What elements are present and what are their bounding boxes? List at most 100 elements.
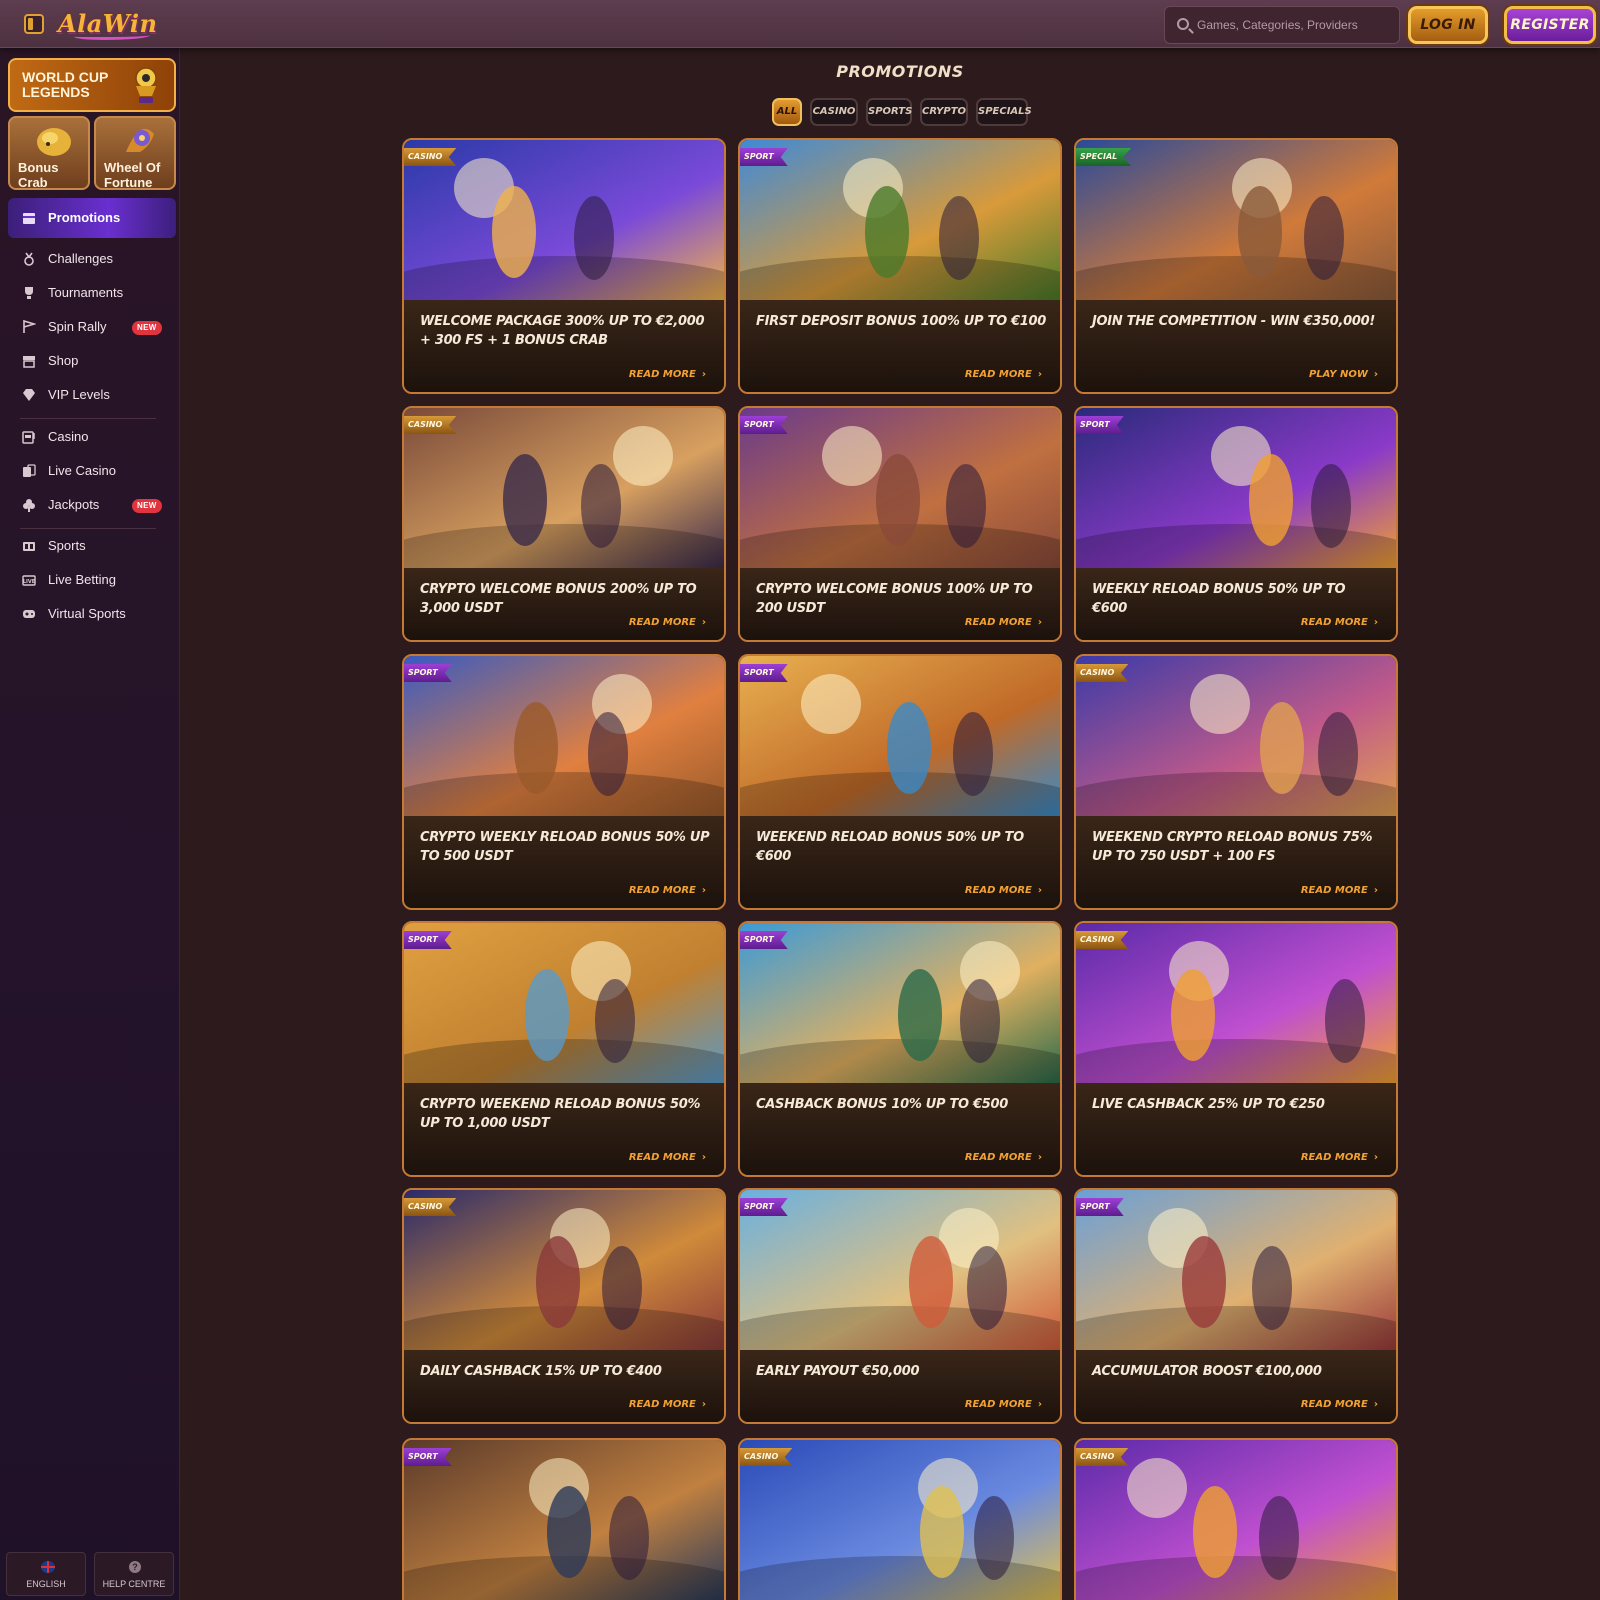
top-header: AlaWin LOG IN REGISTER [0,0,1600,48]
sidebar-item-sports[interactable]: Sports [20,536,170,556]
scoreboard-icon [23,542,35,551]
live-icon: LIVE [22,575,36,586]
promo-illustration [740,140,1060,300]
promo-card[interactable]: CASINO WEEKEND CRYPTO RELOAD BONUS 75% UP… [1074,654,1398,910]
promo-card[interactable]: CASINO LIVE CASHBACK 25% UP TO €250 READ M… [1074,921,1398,1177]
promo-card-body: LIVE CASHBACK 25% UP TO €250 READ MORE › [1076,1083,1396,1175]
sidebar-item-live-betting[interactable]: LIVE Live Betting [20,570,170,590]
sidebar-item-virtual-sports[interactable]: Virtual Sports [20,604,170,624]
chevron-right-icon: › [701,885,706,896]
medal-icon [24,252,34,266]
promo-read-more-link[interactable]: READ MORE › [1301,1152,1378,1163]
sidebar-item-challenges[interactable]: Challenges [20,249,170,269]
promo-read-more-link[interactable]: READ MORE › [965,1399,1042,1410]
tile-bonus-crab[interactable]: Bonus Crab [8,116,90,190]
promo-title: CRYPTO WELCOME BONUS 200% UP TO 3,000 US… [420,582,697,616]
promo-read-more-link[interactable]: READ MORE › [629,1399,706,1410]
promo-illustration [404,656,724,816]
promo-read-more-link[interactable]: READ MORE › [629,369,706,380]
search-input[interactable] [1197,7,1393,43]
trophy-icon [25,287,33,299]
promo-card-body: CRYPTO WEEKLY RELOAD BONUS 50% UP TO 500… [404,816,724,908]
promo-tag-ribbon: SPORT [404,931,452,949]
promo-cta-label: READ MORE [628,885,696,896]
promo-read-more-link[interactable]: READ MORE › [1301,617,1378,628]
promo-read-more-link[interactable]: READ MORE › [1301,1399,1378,1410]
promo-card[interactable]: CASINO DAILY CASHBACK 15% UP TO €400 READ … [402,1188,726,1424]
promo-card[interactable]: SPORT ACCUMULATOR BOOST €100,000 READ MORE… [1074,1188,1398,1424]
sidebar-item-vip-levels[interactable]: VIP Levels [20,385,170,405]
clover-icon [23,499,35,512]
promo-tag-ribbon: SPECIAL [1076,148,1132,166]
promo-card-body: DAILY CASHBACK 15% UP TO €400 READ MORE › [404,1350,724,1422]
promo-card-body: WEEKLY RELOAD BONUS 50% UP TO €600 READ M… [1076,568,1396,640]
uk-flag-icon [41,1561,55,1573]
promo-card[interactable]: CASINO [1074,1438,1398,1600]
login-button[interactable]: LOG IN [1408,6,1488,44]
filter-sports[interactable]: SPORTS [866,98,912,126]
sidebar-item-label: Spin Rally [48,319,107,334]
tile-wheel-label-2: Fortune [104,175,153,190]
sidebar-item-spin-rally[interactable]: Spin Rally NEW [20,317,170,337]
world-cup-banner-label: WORLD CUP LEGENDS [22,69,109,100]
help-centre-button[interactable]: ? HELP CENTRE [94,1552,174,1596]
filter-crypto[interactable]: CRYPTO [920,98,968,126]
promo-read-more-link[interactable]: PLAY NOW › [1309,369,1378,380]
promo-title: WEEKEND RELOAD BONUS 50% UP TO €600 [756,830,1024,864]
tile-wheel-of-fortune[interactable]: Wheel Of Fortune [94,116,176,190]
sidebar-item-promotions[interactable]: Promotions [20,208,170,228]
filter-specials[interactable]: SPECIALS [976,98,1032,126]
filter-casino[interactable]: CASINO [810,98,858,126]
filter-all[interactable]: ALL [772,98,802,126]
promo-card[interactable]: SPORT CRYPTO WEEKLY RELOAD BONUS 50% UP T… [402,654,726,910]
promo-card[interactable]: CASINO [738,1438,1062,1600]
promo-read-more-link[interactable]: READ MORE › [629,617,706,628]
promo-read-more-link[interactable]: READ MORE › [965,369,1042,380]
promo-cta-label: READ MORE [1300,885,1368,896]
world-cup-banner[interactable]: WORLD CUP LEGENDS [8,58,176,112]
language-button[interactable]: ENGLISH [6,1552,86,1596]
svg-text:LIVE: LIVE [23,579,36,585]
sidebar-item-label: Shop [48,353,79,368]
promo-read-more-link[interactable]: READ MORE › [965,1152,1042,1163]
sidebar-item-jackpots[interactable]: Jackpots NEW [20,495,170,515]
promo-cta-label: PLAY NOW [1308,369,1368,380]
promo-card[interactable]: SPORT CRYPTO WEEKEND RELOAD BONUS 50% UP … [402,921,726,1177]
promo-read-more-link[interactable]: READ MORE › [965,885,1042,896]
promo-read-more-link[interactable]: READ MORE › [965,617,1042,628]
sidebar-item-label: Virtual Sports [48,606,126,621]
promo-card-body: CRYPTO WELCOME BONUS 200% UP TO 3,000 US… [404,568,724,640]
promo-card[interactable]: SPECIAL JOIN THE COMPETITION - WIN €350,0… [1074,138,1398,394]
promo-read-more-link[interactable]: READ MORE › [1301,885,1378,896]
chevron-right-icon: › [1373,885,1378,896]
sidebar-item-tournaments[interactable]: Tournaments [20,283,170,303]
promo-card[interactable]: SPORT CRYPTO WELCOME BONUS 100% UP TO 200… [738,406,1062,642]
sidebar-divider [20,528,156,529]
chevron-right-icon: › [1373,1152,1378,1163]
tile-bonus-crab-label-1: Bonus [18,160,59,175]
tile-bonus-crab-label-2: Crab [18,175,48,190]
promo-card[interactable]: SPORT FIRST DEPOSIT BONUS 100% UP TO €100… [738,138,1062,394]
promo-card[interactable]: CASINO CRYPTO WELCOME BONUS 200% UP TO 3,… [402,406,726,642]
promo-title: FIRST DEPOSIT BONUS 100% UP TO €100 [756,314,1047,329]
sidebar-toggle-icon[interactable] [24,14,44,34]
search-box[interactable] [1164,6,1400,44]
sidebar-item-label: Sports [48,538,86,553]
promo-read-more-link[interactable]: READ MORE › [629,885,706,896]
sidebar-item-shop[interactable]: Shop [20,351,170,371]
promo-card[interactable]: SPORT WEEKEND RELOAD BONUS 50% UP TO €600… [738,654,1062,910]
sidebar-item-label: Live Casino [48,463,116,478]
promo-card[interactable]: CASINO WELCOME PACKAGE 300% UP TO €2,000 … [402,138,726,394]
promo-title: CRYPTO WEEKEND RELOAD BONUS 50% UP TO 1,… [420,1097,701,1131]
promo-card[interactable]: SPORT CASHBACK BONUS 10% UP TO €500 READ M… [738,921,1062,1177]
register-button[interactable]: REGISTER [1504,6,1596,44]
promo-card[interactable]: SPORT [402,1438,726,1600]
promo-tag-ribbon: SPORT [740,148,788,166]
promo-card[interactable]: SPORT WEEKLY RELOAD BONUS 50% UP TO €600 R… [1074,406,1398,642]
promo-read-more-link[interactable]: READ MORE › [629,1152,706,1163]
promo-tag-ribbon: SPORT [740,664,788,682]
sidebar-item-casino[interactable]: Casino [20,427,170,447]
sidebar-item-live-casino[interactable]: Live Casino [20,461,170,481]
promo-card[interactable]: SPORT EARLY PAYOUT €50,000 READ MORE › [738,1188,1062,1424]
diamond-icon [23,389,35,401]
